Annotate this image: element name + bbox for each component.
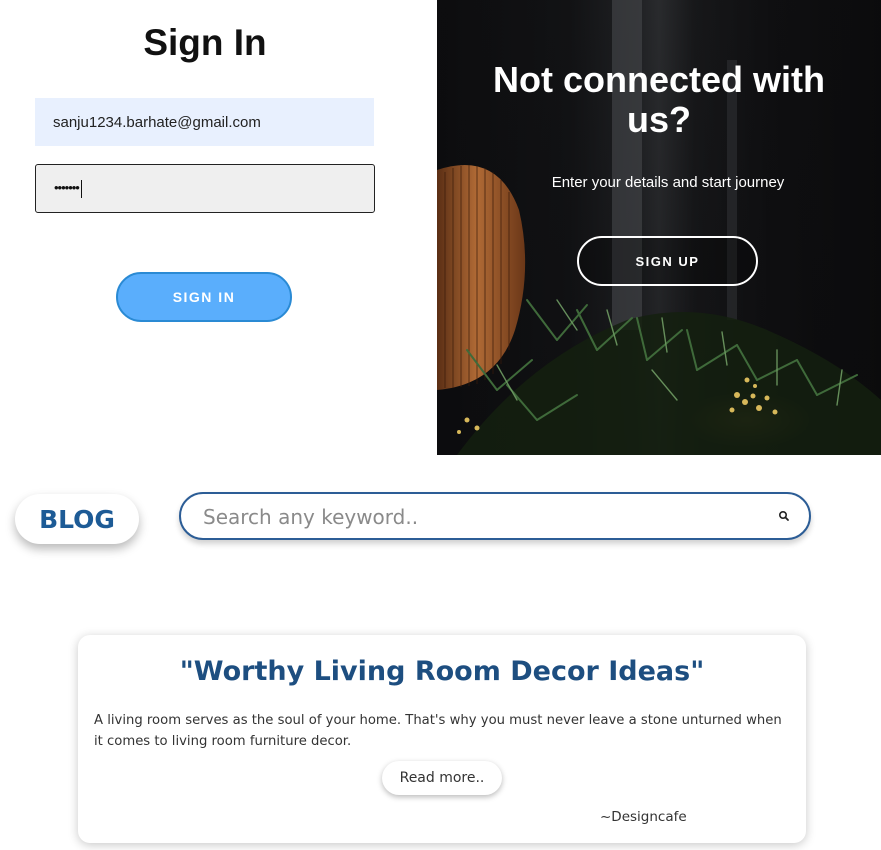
article-title: "Worthy Living Room Decor Ideas" <box>179 656 705 687</box>
password-field[interactable]: ••••••• <box>35 164 375 213</box>
article-body: A living room serves as the soul of your… <box>94 713 782 749</box>
read-more-button[interactable]: Read more.. <box>382 761 502 795</box>
lamp-shape <box>437 165 526 390</box>
signup-heading: Not connected with us? <box>493 59 825 140</box>
signup-button[interactable]: SIGN UP <box>577 236 758 286</box>
signup-panel: Not connected with us? Enter your detail… <box>437 0 881 455</box>
signin-button[interactable]: SIGN IN <box>116 272 292 322</box>
signin-title: Sign In <box>143 22 267 63</box>
text-caret <box>80 179 82 198</box>
email-field[interactable] <box>35 98 374 146</box>
search-bar[interactable] <box>179 492 811 540</box>
search-icon[interactable] <box>775 507 793 525</box>
search-input[interactable] <box>203 502 743 532</box>
signup-subtitle: Enter your details and start journey <box>551 174 785 191</box>
pine-foliage <box>457 299 881 455</box>
blog-badge[interactable]: BLOG <box>15 494 139 544</box>
article-card: "Worthy Living Room Decor Ideas" A livin… <box>78 635 806 843</box>
password-mask: ••••••• <box>54 180 80 195</box>
signin-panel: Sign In ••••••• SIGN IN <box>0 0 437 455</box>
article-source: ~Designcafe <box>600 809 687 825</box>
